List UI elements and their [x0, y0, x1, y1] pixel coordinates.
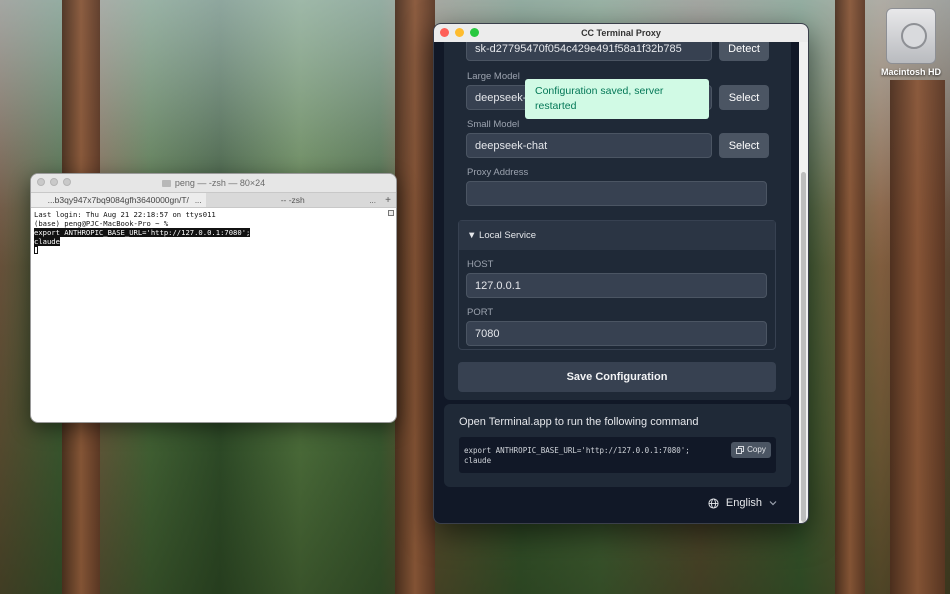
- terminal-tab[interactable]: -- -zsh ...: [206, 193, 381, 207]
- terminal-cursor: [34, 246, 38, 254]
- terminal-tab[interactable]: ...b3qy947x7bq9084gfh3640000gn/T/ ...: [31, 193, 206, 207]
- terminal-selected-line: claude: [34, 237, 60, 246]
- macintosh-hd-desktop-icon[interactable]: Macintosh HD: [879, 8, 943, 77]
- terminal-selected-line: export ANTHROPIC_BASE_URL='http://127.0.…: [34, 228, 251, 237]
- language-value: English: [725, 497, 762, 509]
- port-label: PORT: [467, 307, 494, 318]
- success-toast: Configuration saved, server restarted: [525, 79, 709, 119]
- proxy-address-input[interactable]: [466, 181, 767, 206]
- command-section-title: Open Terminal.app to run the following c…: [459, 416, 699, 428]
- terminal-output[interactable]: Last login: Thu Aug 21 22:18:57 on ttys0…: [31, 208, 396, 422]
- tree-trunk: [395, 0, 435, 594]
- command-code-block[interactable]: export ANTHROPIC_BASE_URL='http://127.0.…: [459, 437, 776, 473]
- large-model-select-button[interactable]: Select: [719, 85, 769, 110]
- scroll-indicator[interactable]: [388, 210, 394, 216]
- minimize-button[interactable]: [455, 28, 464, 37]
- globe-icon: [708, 497, 719, 509]
- language-selector[interactable]: English: [708, 497, 777, 509]
- chevron-down-icon: [769, 501, 777, 506]
- tab-label: ...b3qy947x7bq9084gfh3640000gn/T/: [47, 195, 189, 205]
- terminal-line: Last login: Thu Aug 21 22:18:57 on ttys0…: [34, 210, 216, 219]
- small-model-label: Small Model: [467, 119, 520, 130]
- copy-icon: [736, 446, 745, 454]
- terminal-tab-bar: ...b3qy947x7bq9084gfh3640000gn/T/ ... --…: [31, 192, 396, 208]
- port-input[interactable]: 7080: [466, 321, 767, 346]
- desktop-icon-label: Macintosh HD: [880, 67, 941, 77]
- tab-label: -- -zsh: [280, 195, 305, 205]
- minimize-button[interactable]: [50, 178, 58, 186]
- save-configuration-button[interactable]: Save Configuration: [458, 362, 776, 392]
- terminal-titlebar[interactable]: peng — -zsh — 80×24: [31, 174, 396, 192]
- command-panel: Open Terminal.app to run the following c…: [444, 404, 791, 487]
- zoom-button[interactable]: [63, 178, 71, 186]
- scrollbar[interactable]: [799, 42, 808, 523]
- terminal-line: (base) peng@PJC-MacBook-Pro ~ %: [34, 219, 169, 228]
- window-controls: [440, 28, 479, 37]
- proxy-address-label: Proxy Address: [467, 167, 529, 178]
- hard-drive-icon: [886, 8, 936, 64]
- detect-button[interactable]: Detect: [719, 42, 769, 61]
- local-service-section: ▼ Local Service HOST 127.0.0.1 PORT 7080: [458, 220, 776, 350]
- host-input[interactable]: 127.0.0.1: [466, 273, 767, 298]
- close-button[interactable]: [37, 178, 45, 186]
- tree-trunk: [890, 80, 945, 594]
- api-key-input[interactable]: sk-d27795470f054c429e491f58a1f32b785: [466, 42, 712, 61]
- app-titlebar[interactable]: CC Terminal Proxy: [434, 24, 808, 42]
- folder-icon: [161, 179, 171, 187]
- small-model-select-button[interactable]: Select: [719, 133, 769, 158]
- close-button[interactable]: [440, 28, 449, 37]
- terminal-title: peng — -zsh — 80×24: [174, 178, 266, 188]
- tree-trunk: [835, 0, 865, 594]
- scrollbar-thumb[interactable]: [801, 172, 806, 522]
- copy-button[interactable]: Copy: [731, 442, 771, 458]
- large-model-label: Large Model: [467, 71, 520, 82]
- command-line: claude: [464, 456, 492, 465]
- app-content: sk-d27795470f054c429e491f58a1f32b785 Det…: [434, 42, 799, 523]
- window-controls: [37, 178, 71, 186]
- tab-overflow[interactable]: ...: [369, 196, 376, 205]
- tab-overflow[interactable]: ...: [195, 196, 202, 205]
- copy-label: Copy: [747, 445, 766, 454]
- command-line: export ANTHROPIC_BASE_URL='http://127.0.…: [464, 446, 690, 455]
- host-label: HOST: [467, 259, 494, 270]
- new-tab-button[interactable]: +: [380, 193, 396, 207]
- cc-terminal-proxy-window[interactable]: CC Terminal Proxy sk-d27795470f054c429e4…: [433, 23, 809, 524]
- app-title: CC Terminal Proxy: [581, 28, 661, 38]
- small-model-input[interactable]: deepseek-chat: [466, 133, 712, 158]
- zoom-button[interactable]: [470, 28, 479, 37]
- local-service-toggle[interactable]: ▼ Local Service: [459, 221, 775, 250]
- terminal-window[interactable]: peng — -zsh — 80×24 ...b3qy947x7bq9084gf…: [30, 173, 397, 423]
